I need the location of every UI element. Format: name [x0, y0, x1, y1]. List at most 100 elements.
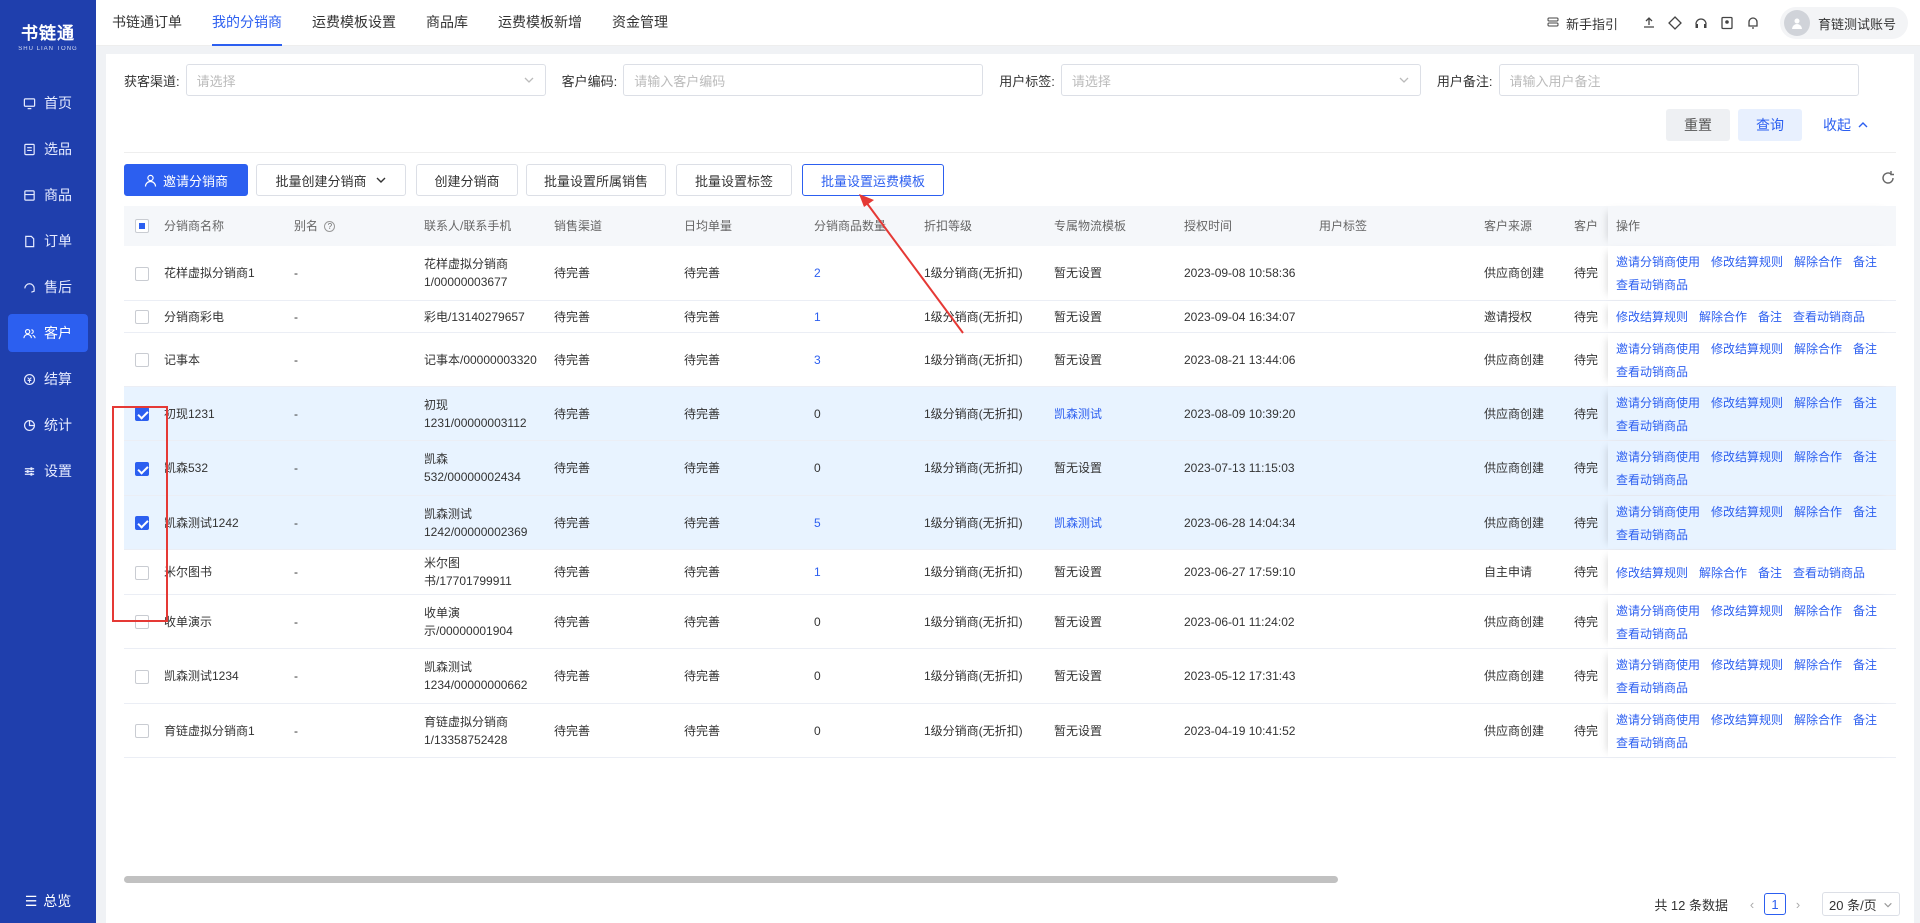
invite-distributor-button[interactable]: 邀请分销商 [124, 164, 248, 196]
batch-create-button[interactable]: 批量创建分销商 [256, 164, 406, 196]
top-tab-0[interactable]: 书链通订单 [112, 0, 182, 46]
sidebar-item-5[interactable]: 客户 [8, 314, 88, 352]
sidebar-item-6[interactable]: 结算 [8, 360, 88, 398]
headset-icon[interactable] [1693, 15, 1709, 31]
page-size-select[interactable]: 20 条/页 [1822, 892, 1900, 916]
tag-select[interactable]: 请选择 [1060, 64, 1421, 96]
batch-set-freight-template-button[interactable]: 批量设置运费模板 [802, 164, 944, 196]
create-distributor-button[interactable]: 创建分销商 [416, 164, 518, 196]
row-action-link[interactable]: 邀请分销商使用 [1616, 711, 1700, 728]
row-action-link[interactable]: 邀请分销商使用 [1616, 394, 1700, 411]
guide-button[interactable]: 新手指引 [1540, 14, 1618, 33]
cell-count[interactable]: 1 [814, 550, 894, 594]
collapse-button[interactable]: 收起 [1816, 109, 1876, 141]
row-action-link[interactable]: 解除合作 [1794, 503, 1842, 520]
row-action-link[interactable]: 解除合作 [1699, 308, 1747, 325]
row-action-link[interactable]: 备注 [1853, 656, 1877, 673]
top-tab-4[interactable]: 运费模板新增 [498, 0, 582, 46]
cell-count[interactable]: 3 [814, 333, 894, 386]
remark-input[interactable]: 请输入用户备注 [1498, 64, 1859, 96]
row-action-link[interactable]: 查看动销商品 [1616, 526, 1688, 543]
top-tab-3[interactable]: 商品库 [426, 0, 468, 46]
account-menu[interactable]: 育链测试账号 [1779, 7, 1908, 39]
page-1-button[interactable]: 1 [1764, 893, 1786, 915]
row-action-link[interactable]: 查看动销商品 [1616, 276, 1688, 293]
diamond-icon[interactable] [1667, 15, 1683, 31]
overview-button[interactable]: ☰ 总览 [0, 879, 96, 923]
row-checkbox[interactable] [135, 669, 149, 684]
cell-logistics[interactable]: 凯森测试 [1054, 496, 1164, 549]
row-action-link[interactable]: 邀请分销商使用 [1616, 448, 1700, 465]
contact-card-icon[interactable] [1719, 15, 1735, 31]
row-action-link[interactable]: 修改结算规则 [1616, 308, 1688, 325]
row-action-link[interactable]: 修改结算规则 [1711, 711, 1783, 728]
channel-select[interactable]: 请选择 [185, 64, 546, 96]
row-action-link[interactable]: 邀请分销商使用 [1616, 503, 1700, 520]
row-action-link[interactable]: 查看动销商品 [1616, 734, 1688, 751]
row-action-link[interactable]: 修改结算规则 [1616, 564, 1688, 581]
top-tab-5[interactable]: 资金管理 [612, 0, 668, 46]
sidebar-item-3[interactable]: 订单 [8, 222, 88, 260]
cell-count[interactable]: 1 [814, 301, 894, 332]
sidebar-item-1[interactable]: 选品 [8, 130, 88, 168]
code-input[interactable]: 请输入客户编码 [623, 64, 984, 96]
row-action-link[interactable]: 查看动销商品 [1616, 417, 1688, 434]
row-action-link[interactable]: 备注 [1853, 711, 1877, 728]
row-checkbox[interactable] [135, 724, 149, 738]
row-action-link[interactable]: 邀请分销商使用 [1616, 602, 1700, 619]
top-tab-2[interactable]: 运费模板设置 [312, 0, 396, 46]
row-action-link[interactable]: 查看动销商品 [1616, 625, 1688, 642]
row-action-link[interactable]: 备注 [1853, 253, 1877, 270]
row-checkbox[interactable] [135, 353, 149, 367]
sidebar-item-8[interactable]: 设置 [8, 452, 88, 490]
cell-count[interactable]: 5 [814, 496, 894, 549]
row-action-link[interactable]: 修改结算规则 [1711, 394, 1783, 411]
row-action-link[interactable]: 解除合作 [1794, 394, 1842, 411]
row-action-link[interactable]: 邀请分销商使用 [1616, 253, 1700, 270]
query-button[interactable]: 查询 [1738, 109, 1802, 141]
cell-count[interactable]: 2 [814, 246, 894, 300]
sidebar-item-2[interactable]: 商品 [8, 176, 88, 214]
row-action-link[interactable]: 修改结算规则 [1711, 503, 1783, 520]
row-action-link[interactable]: 邀请分销商使用 [1616, 656, 1700, 673]
row-action-link[interactable]: 备注 [1853, 602, 1877, 619]
row-action-link[interactable]: 修改结算规则 [1711, 253, 1783, 270]
row-checkbox[interactable] [135, 310, 149, 324]
row-action-link[interactable]: 解除合作 [1794, 602, 1842, 619]
batch-set-sales-button[interactable]: 批量设置所属销售 [526, 164, 666, 196]
row-action-link[interactable]: 备注 [1758, 308, 1782, 325]
row-action-link[interactable]: 修改结算规则 [1711, 602, 1783, 619]
row-action-link[interactable]: 解除合作 [1794, 253, 1842, 270]
batch-set-tag-button[interactable]: 批量设置标签 [676, 164, 792, 196]
top-tab-1[interactable]: 我的分销商 [212, 0, 282, 46]
row-checkbox[interactable] [135, 266, 149, 281]
row-action-link[interactable]: 备注 [1853, 448, 1877, 465]
row-action-link[interactable]: 备注 [1853, 503, 1877, 520]
sidebar-item-7[interactable]: 统计 [8, 406, 88, 444]
select-all-checkbox[interactable] [135, 219, 149, 233]
horizontal-scrollbar[interactable] [124, 876, 1338, 883]
refresh-icon[interactable] [1880, 170, 1896, 186]
row-action-link[interactable]: 查看动销商品 [1616, 363, 1688, 380]
prev-page-icon[interactable]: ‹ [1744, 897, 1760, 912]
row-action-link[interactable]: 修改结算规则 [1711, 656, 1783, 673]
sidebar-item-0[interactable]: 首页 [8, 84, 88, 122]
reset-button[interactable]: 重置 [1666, 109, 1730, 141]
cell-logistics[interactable]: 凯森测试 [1054, 387, 1164, 440]
row-action-link[interactable]: 修改结算规则 [1711, 340, 1783, 357]
row-action-link[interactable]: 解除合作 [1794, 448, 1842, 465]
row-action-link[interactable]: 备注 [1853, 340, 1877, 357]
upload-icon[interactable] [1641, 15, 1657, 31]
row-action-link[interactable]: 查看动销商品 [1616, 471, 1688, 488]
row-action-link[interactable]: 解除合作 [1794, 656, 1842, 673]
row-action-link[interactable]: 查看动销商品 [1793, 308, 1865, 325]
row-action-link[interactable]: 解除合作 [1699, 564, 1747, 581]
row-action-link[interactable]: 邀请分销商使用 [1616, 340, 1700, 357]
row-action-link[interactable]: 查看动销商品 [1793, 564, 1865, 581]
row-action-link[interactable]: 查看动销商品 [1616, 679, 1688, 696]
bell-icon[interactable] [1745, 15, 1761, 31]
row-action-link[interactable]: 解除合作 [1794, 340, 1842, 357]
row-action-link[interactable]: 修改结算规则 [1711, 448, 1783, 465]
sidebar-item-4[interactable]: 售后 [8, 268, 88, 306]
next-page-icon[interactable]: › [1790, 897, 1806, 912]
